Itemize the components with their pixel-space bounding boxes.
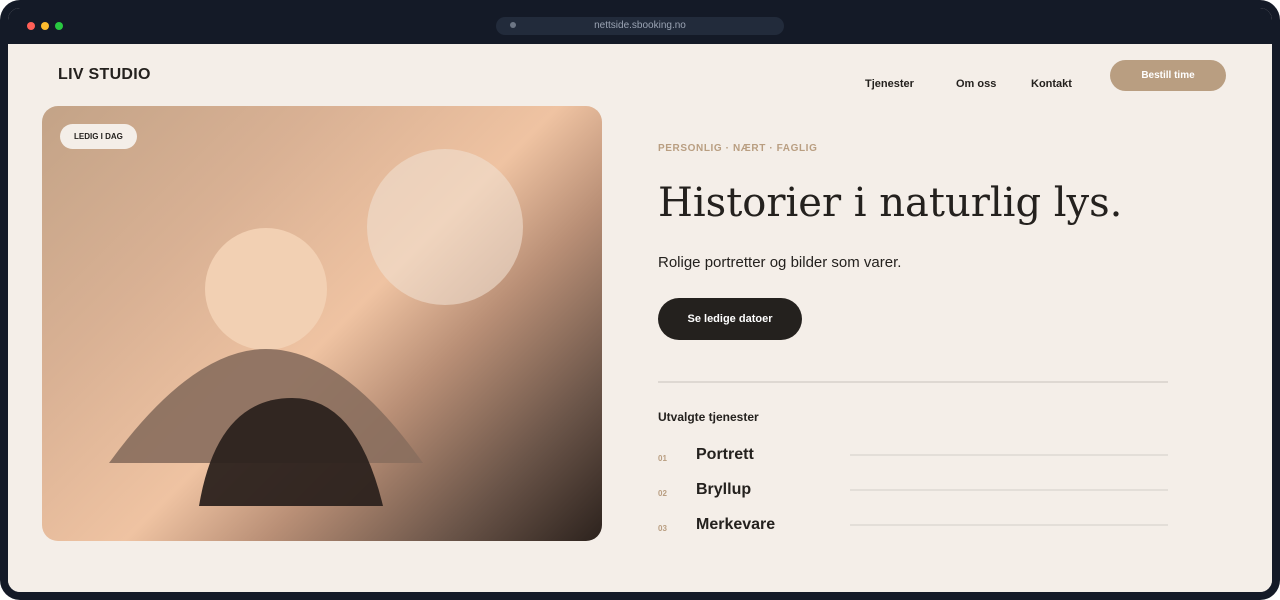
section-divider bbox=[658, 381, 1168, 383]
service-name: Portrett bbox=[696, 446, 754, 463]
browser-window: nettside.sbooking.no LIV STUDIO Tjeneste… bbox=[8, 8, 1272, 592]
address-url: nettside.sbooking.no bbox=[594, 20, 686, 31]
maximize-window-button[interactable] bbox=[55, 22, 63, 30]
site-info-icon bbox=[510, 22, 516, 28]
book-appointment-button[interactable]: Bestill time bbox=[1110, 60, 1226, 91]
service-item[interactable]: 02 Bryllup bbox=[658, 479, 1168, 503]
head-circle bbox=[205, 228, 327, 350]
minimize-window-button[interactable] bbox=[41, 22, 49, 30]
hero-subline: Rolige portretter og bilder som varer. bbox=[658, 254, 902, 271]
service-name: Bryllup bbox=[696, 481, 752, 498]
web-page: LIV STUDIO Tjenester Om oss Kontakt Best… bbox=[8, 44, 1272, 592]
site-logo[interactable]: LIV STUDIO bbox=[58, 66, 151, 84]
nav-link-tjenester[interactable]: Tjenester bbox=[865, 78, 914, 90]
hero-headline: Historier i naturlig lys. bbox=[658, 180, 1123, 226]
close-window-button[interactable] bbox=[27, 22, 35, 30]
address-bar[interactable]: nettside.sbooking.no bbox=[496, 17, 784, 35]
service-item[interactable]: 01 Portrett bbox=[658, 444, 1168, 468]
nav-link-kontakt[interactable]: Kontakt bbox=[1031, 78, 1072, 90]
sun-circle bbox=[367, 149, 523, 305]
browser-toolbar: nettside.sbooking.no bbox=[8, 8, 1272, 44]
service-rule bbox=[850, 489, 1168, 491]
service-number: 01 bbox=[658, 454, 667, 463]
service-number: 02 bbox=[658, 489, 667, 498]
see-available-dates-button[interactable]: Se ledige datoer bbox=[658, 298, 802, 340]
service-rule bbox=[850, 454, 1168, 456]
service-name: Merkevare bbox=[696, 516, 776, 533]
hero-tagline: PERSONLIG · NÆRT · FAGLIG bbox=[658, 143, 818, 154]
screen: nettside.sbooking.no LIV STUDIO Tjeneste… bbox=[0, 0, 1280, 600]
nav-link-om-oss[interactable]: Om oss bbox=[956, 78, 996, 90]
availability-badge: LEDIG I DAG bbox=[60, 124, 137, 149]
service-number: 03 bbox=[658, 524, 667, 533]
service-item[interactable]: 03 Merkevare bbox=[658, 514, 1168, 538]
service-rule bbox=[850, 524, 1168, 526]
services-title: Utvalgte tjenester bbox=[658, 410, 759, 424]
portrait-illustration bbox=[109, 149, 523, 506]
hero-illustration: LEDIG I DAG bbox=[42, 106, 602, 541]
